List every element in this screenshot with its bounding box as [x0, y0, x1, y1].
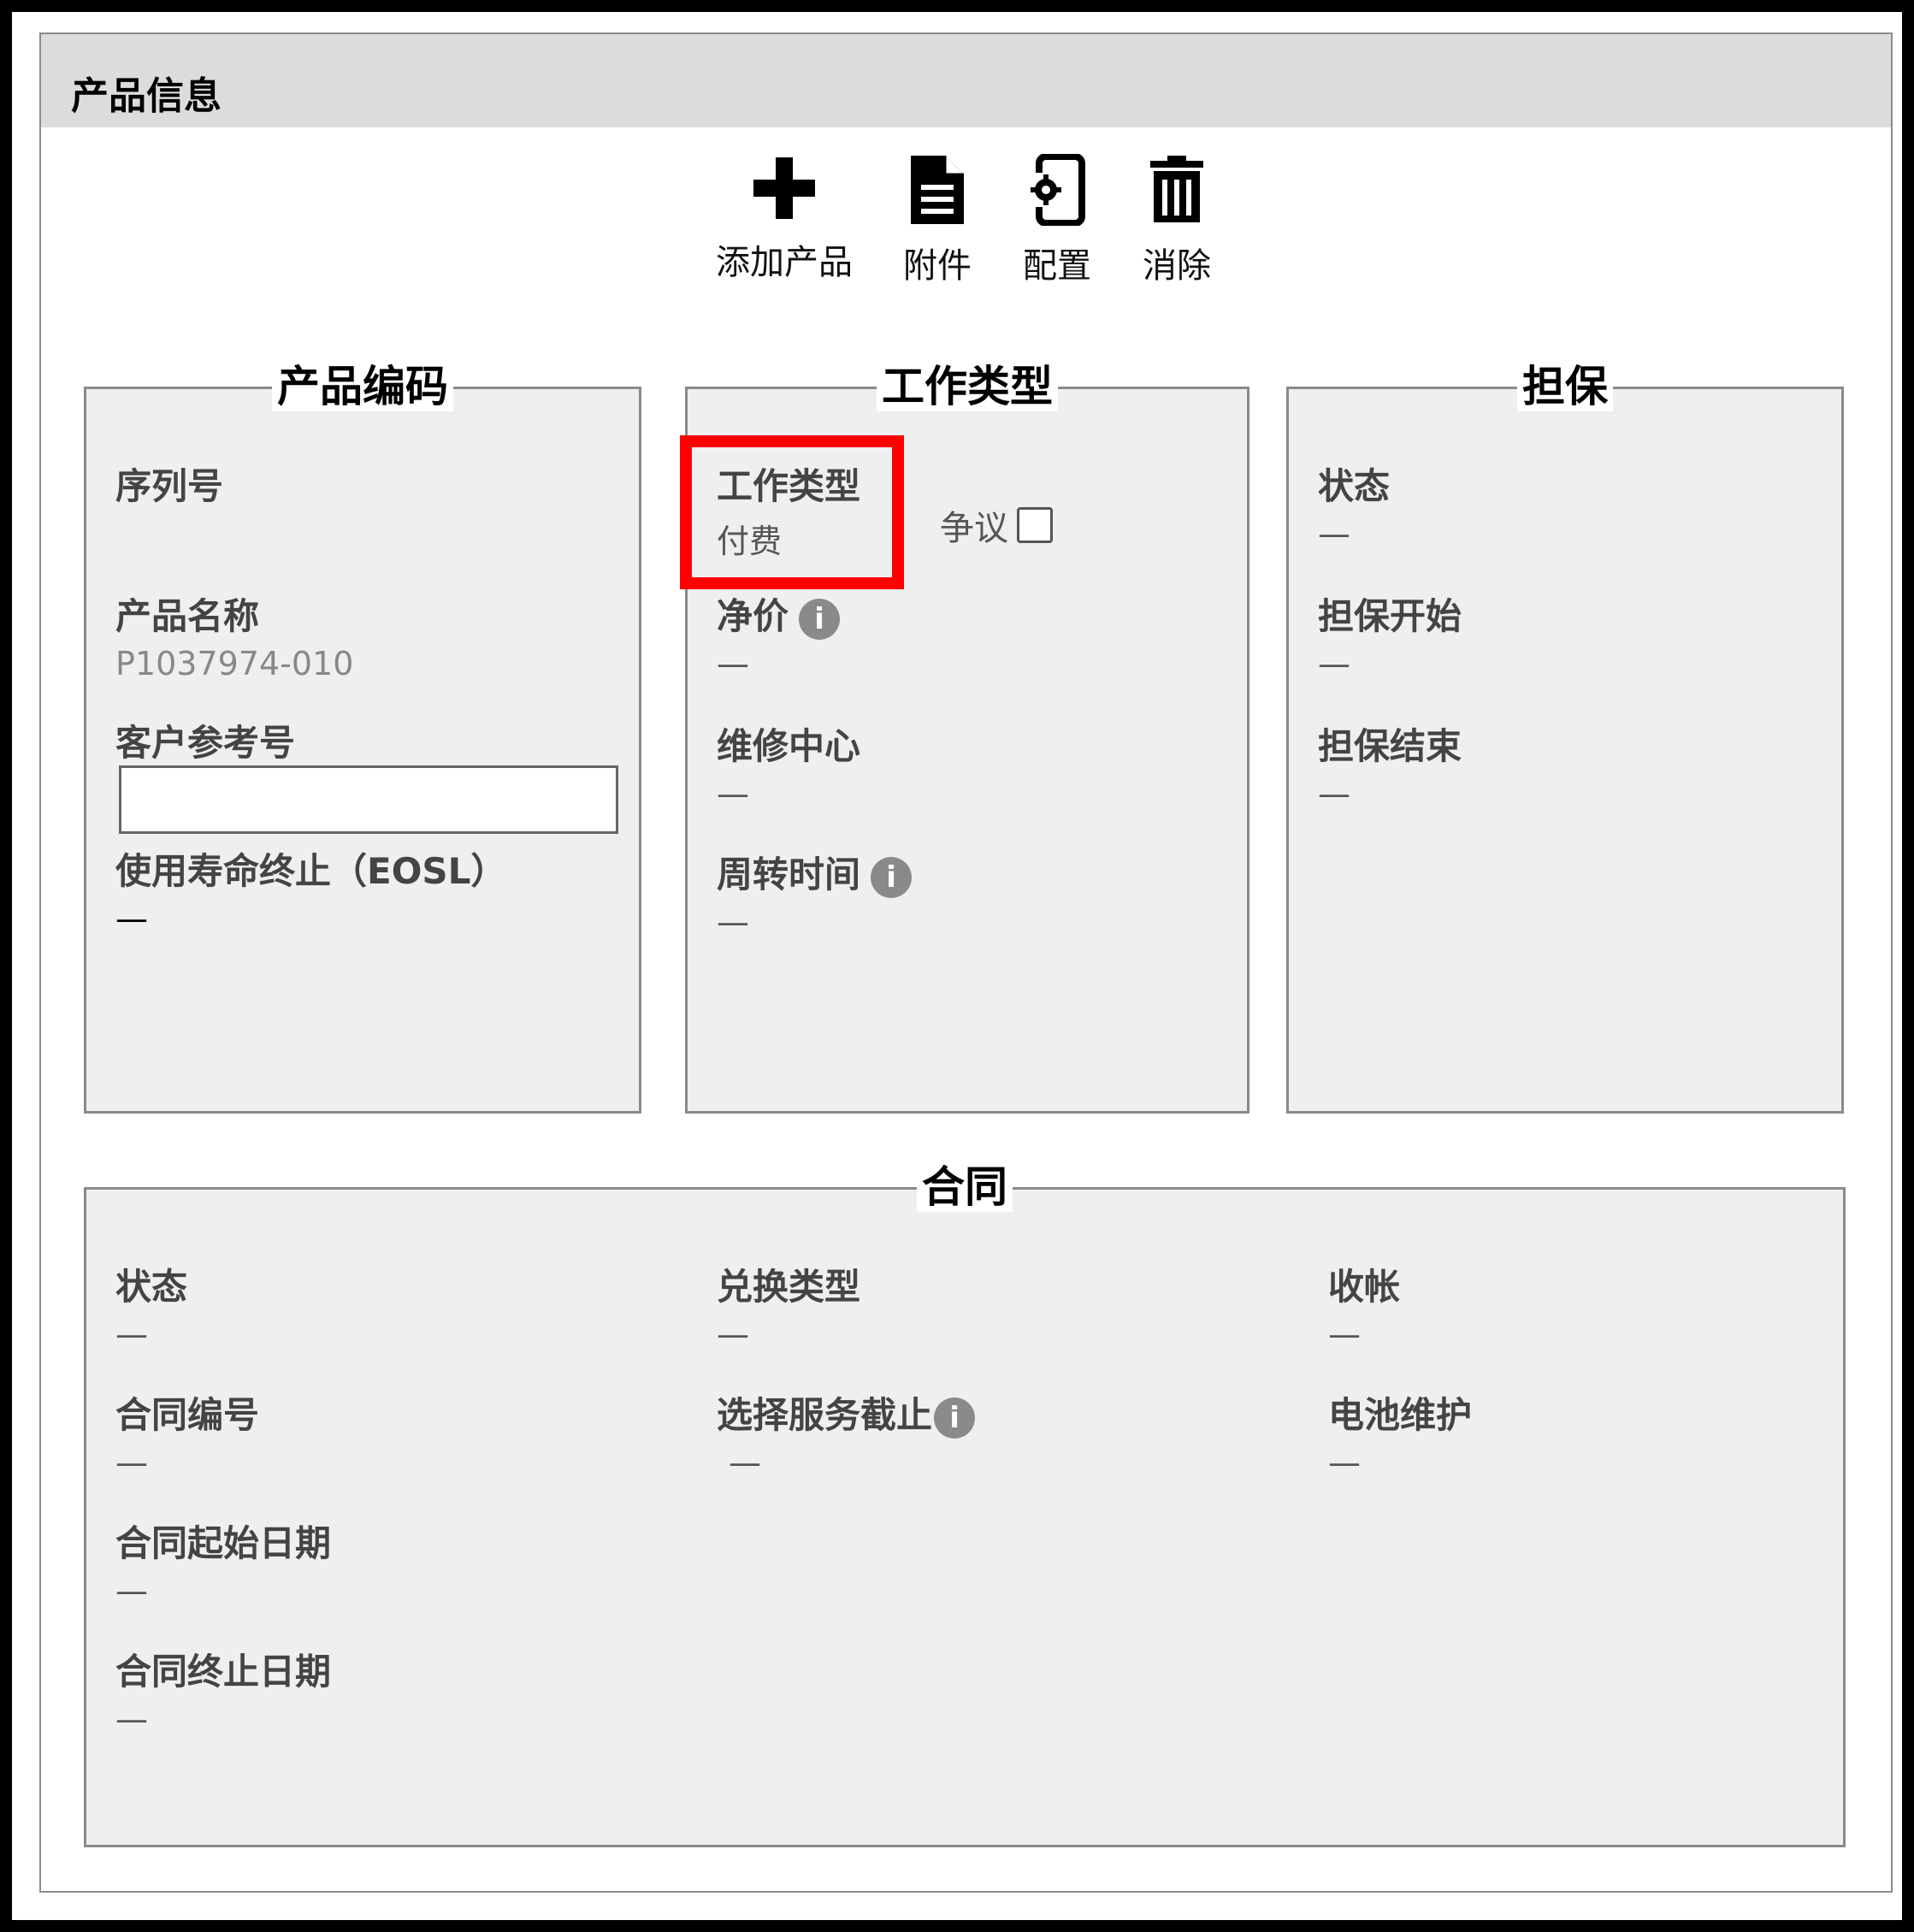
device-gear-icon	[1027, 154, 1085, 226]
delete-label: 消除	[1143, 246, 1211, 286]
opt-out-field: 选择服务截止 i —	[717, 1386, 976, 1481]
contract-number-field: 合同编号 —	[115, 1386, 259, 1481]
eosl-label: 使用寿命终止（EOSL）	[115, 850, 507, 892]
contract-number-label: 合同编号	[115, 1394, 260, 1436]
battery-label: 电池维护	[1328, 1394, 1473, 1436]
net-price-field: 净价 i —	[717, 588, 841, 682]
warranty-start-value: —	[1318, 645, 1350, 682]
warranty-end-field: 担保结束 —	[1318, 718, 1462, 812]
serial-label: 序列号	[115, 465, 224, 507]
billing-field: 收帐 —	[1328, 1258, 1400, 1353]
document-icon	[911, 156, 964, 224]
contract-start-label: 合同起始日期	[115, 1522, 332, 1564]
customer-ref-label: 客户参考号	[115, 722, 296, 764]
turnaround-value: —	[717, 903, 749, 941]
battery-value: —	[1328, 1444, 1361, 1481]
exchange-type-value: —	[717, 1315, 749, 1353]
panel-title: 产品信息	[71, 74, 222, 118]
billing-label: 收帐	[1328, 1266, 1401, 1308]
contract-start-value: —	[115, 1572, 148, 1610]
turnaround-field: 周转时间 i —	[717, 846, 913, 941]
dispute-field: 争议	[940, 500, 1053, 550]
battery-field: 电池维护 —	[1328, 1386, 1472, 1481]
contract-status-label: 状态	[115, 1266, 188, 1308]
repair-center-field: 维修中心 —	[717, 718, 860, 812]
contract-box: 合同 状态 — 合同编号 — 合同起始日期 — 合同终止日期 — 兑换类型 — …	[84, 1162, 1846, 1847]
contract-status-field: 状态 —	[115, 1258, 187, 1353]
contract-title: 合同	[917, 1162, 1013, 1212]
product-info-panel: 产品信息 添加产品 附件 配置 消除 产品编码 序列号 产品名称 P103797…	[39, 32, 1893, 1893]
info-icon[interactable]: i	[934, 1397, 976, 1439]
turnaround-label: 周转时间	[717, 854, 861, 895]
delete-button[interactable]: 消除	[1100, 154, 1254, 287]
product-name-label: 产品名称	[115, 595, 260, 637]
warranty-start-field: 担保开始 —	[1318, 588, 1462, 682]
product-code-box: 产品编码 序列号 产品名称 P1037974-010 客户参考号 使用寿命终止（…	[84, 362, 641, 1114]
billing-value: —	[1328, 1315, 1361, 1353]
trash-icon	[1150, 156, 1203, 222]
product-code-title: 产品编码	[272, 362, 453, 411]
plus-icon	[753, 157, 815, 219]
info-icon[interactable]: i	[799, 598, 841, 640]
warranty-end-label: 担保结束	[1318, 725, 1462, 767]
product-name-field: 产品名称 P1037974-010	[115, 588, 353, 682]
contract-start-field: 合同起始日期 —	[115, 1515, 331, 1610]
serial-field: 序列号	[115, 458, 223, 510]
warranty-status-value: —	[1318, 515, 1350, 552]
opt-out-label: 选择服务截止	[717, 1394, 933, 1436]
net-price-label: 净价	[717, 595, 789, 637]
dispute-checkbox[interactable]	[1017, 507, 1053, 543]
add-product-button[interactable]: 添加产品	[707, 154, 861, 284]
warranty-status-field: 状态 —	[1318, 458, 1390, 552]
repair-center-value: —	[717, 775, 749, 812]
exchange-type-field: 兑换类型 —	[717, 1258, 860, 1353]
warranty-start-label: 担保开始	[1318, 595, 1462, 637]
panel-header: 产品信息	[41, 34, 1891, 127]
contract-end-value: —	[115, 1700, 148, 1738]
opt-out-value: —	[729, 1444, 761, 1481]
net-price-value: —	[717, 645, 749, 682]
eosl-value: —	[115, 900, 148, 937]
contract-status-value: —	[115, 1315, 148, 1353]
add-product-label: 添加产品	[716, 243, 853, 282]
contract-number-value: —	[115, 1444, 148, 1481]
warranty-status-label: 状态	[1318, 465, 1391, 507]
eosl-field: 使用寿命终止（EOSL） —	[115, 842, 506, 937]
customer-ref-field: 客户参考号	[115, 714, 295, 766]
dispute-label: 争议	[940, 509, 1008, 548]
contract-end-field: 合同终止日期 —	[115, 1643, 331, 1738]
highlight-box	[680, 435, 904, 589]
info-icon[interactable]: i	[871, 856, 913, 898]
warranty-title: 担保	[1517, 362, 1613, 411]
contract-end-label: 合同终止日期	[115, 1651, 332, 1693]
customer-ref-input[interactable]	[119, 765, 618, 834]
exchange-type-label: 兑换类型	[717, 1266, 861, 1308]
work-type-title: 工作类型	[877, 362, 1058, 411]
warranty-box: 担保 状态 — 担保开始 — 担保结束 —	[1286, 362, 1844, 1114]
warranty-end-value: —	[1318, 775, 1350, 812]
product-name-value: P1037974-010	[115, 645, 354, 682]
repair-center-label: 维修中心	[717, 725, 861, 767]
